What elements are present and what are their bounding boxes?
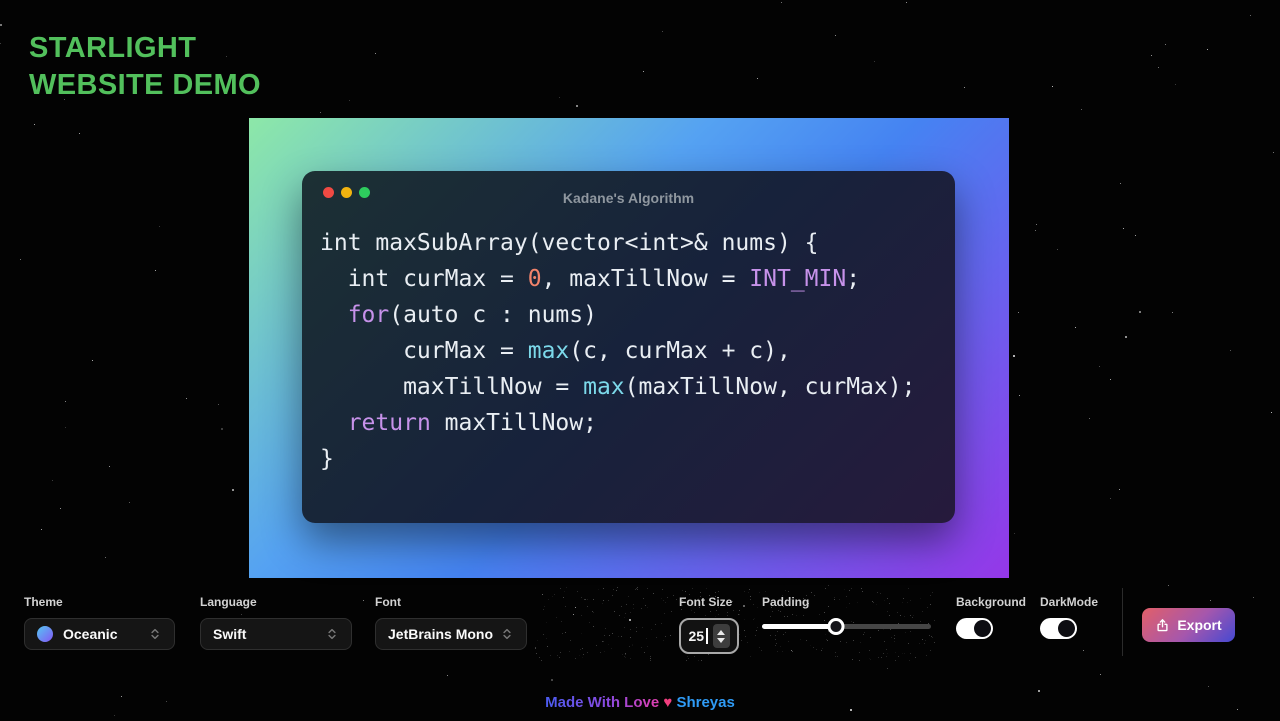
export-button[interactable]: Export bbox=[1142, 608, 1235, 642]
font-size-input[interactable]: 25 bbox=[679, 618, 739, 654]
heart-icon: ♥ bbox=[663, 694, 673, 711]
code-token: for bbox=[347, 302, 390, 328]
code-token: curMax = bbox=[320, 338, 528, 364]
settings-toolbar: Theme Oceanic Language Swift Font JetBra… bbox=[0, 580, 1280, 665]
code-token: maxTillNow = bbox=[320, 374, 584, 400]
code-editor[interactable]: int maxSubArray(vector<int>& nums) { int… bbox=[302, 217, 955, 477]
maximize-icon[interactable] bbox=[359, 187, 370, 198]
font-size-value: 25 bbox=[688, 628, 705, 644]
darkmode-label: DarkMode bbox=[1040, 595, 1099, 609]
background-label: Background bbox=[956, 595, 1027, 609]
slider-fill bbox=[762, 624, 837, 629]
theme-select[interactable]: Oceanic bbox=[24, 618, 175, 650]
chevron-up-down-icon bbox=[151, 628, 159, 640]
page-title: STARLIGHT WEBSITE DEMO bbox=[29, 30, 261, 104]
language-label: Language bbox=[200, 595, 257, 609]
code-token: int maxSubArray(vector<int>& nums) { bbox=[320, 230, 819, 256]
font-size-label: Font Size bbox=[679, 595, 733, 609]
code-token: ; bbox=[846, 266, 861, 292]
code-token: maxTillNow; bbox=[430, 410, 597, 436]
font-size-control: Font Size 25 bbox=[679, 595, 739, 654]
code-line: curMax = max(c, curMax + c), bbox=[320, 333, 937, 369]
code-token: max bbox=[527, 338, 570, 364]
slider-thumb[interactable] bbox=[827, 618, 845, 635]
page-title-line1: STARLIGHT bbox=[29, 32, 197, 64]
toolbar-divider bbox=[1122, 588, 1123, 656]
code-token: return bbox=[347, 410, 431, 436]
code-line: return maxTillNow; bbox=[320, 405, 937, 441]
theme-label: Theme bbox=[24, 595, 63, 609]
page-title-line2: WEBSITE DEMO bbox=[29, 69, 261, 101]
font-label: Font bbox=[375, 595, 401, 609]
chevron-up-down-icon bbox=[503, 628, 511, 640]
language-control: Language Swift bbox=[200, 595, 352, 650]
darkmode-control: DarkMode bbox=[1040, 595, 1098, 639]
code-token: INT_MIN bbox=[749, 266, 847, 292]
code-token: (c, curMax + c), bbox=[569, 338, 791, 364]
code-line: } bbox=[320, 441, 937, 477]
close-icon[interactable] bbox=[323, 187, 334, 198]
code-token: } bbox=[320, 446, 334, 472]
background-toggle[interactable] bbox=[956, 618, 993, 639]
code-token: max bbox=[583, 374, 625, 400]
code-window: Kadane's Algorithm int maxSubArray(vecto… bbox=[302, 171, 955, 523]
code-token: (maxTillNow, curMax); bbox=[624, 374, 916, 400]
code-token: , maxTillNow = bbox=[541, 266, 750, 292]
theme-value: Oceanic bbox=[63, 626, 118, 642]
gradient-circle-icon bbox=[37, 626, 53, 642]
footer-made-text: Made With Love bbox=[545, 694, 660, 711]
text-caret bbox=[706, 628, 708, 644]
language-value: Swift bbox=[213, 626, 247, 642]
step-down-icon[interactable] bbox=[717, 637, 726, 643]
toggle-knob bbox=[1058, 620, 1075, 637]
minimize-icon[interactable] bbox=[341, 187, 352, 198]
padding-label: Padding bbox=[762, 595, 810, 609]
code-window-titlebar: Kadane's Algorithm bbox=[302, 171, 955, 217]
code-line: maxTillNow = max(maxTillNow, curMax); bbox=[320, 369, 937, 405]
traffic-lights bbox=[323, 187, 370, 198]
font-value: JetBrains Mono bbox=[388, 626, 494, 642]
footer: Made With Love ♥ Shreyas bbox=[0, 694, 1280, 711]
language-select[interactable]: Swift bbox=[200, 618, 352, 650]
font-select[interactable]: JetBrains Mono bbox=[375, 618, 527, 650]
gradient-preview-card: Kadane's Algorithm int maxSubArray(vecto… bbox=[249, 118, 1009, 578]
padding-slider[interactable] bbox=[762, 618, 931, 635]
darkmode-toggle[interactable] bbox=[1040, 618, 1077, 639]
code-window-title: Kadane's Algorithm bbox=[562, 190, 695, 206]
code-token: int curMax = bbox=[320, 266, 528, 292]
stepper-arrows-icon[interactable] bbox=[712, 624, 730, 648]
background-control: Background bbox=[956, 595, 1026, 639]
code-token: (auto c : nums) bbox=[389, 302, 597, 328]
font-control: Font JetBrains Mono bbox=[375, 595, 527, 650]
code-line: int curMax = 0, maxTillNow = INT_MIN; bbox=[320, 261, 937, 297]
padding-control: Padding bbox=[762, 595, 931, 635]
code-line: int maxSubArray(vector<int>& nums) { bbox=[320, 225, 937, 261]
theme-control: Theme Oceanic bbox=[24, 595, 175, 650]
export-label: Export bbox=[1177, 617, 1222, 633]
code-line: for(auto c : nums) bbox=[320, 297, 937, 333]
footer-author-link[interactable]: Shreyas bbox=[676, 694, 734, 711]
code-token: 0 bbox=[527, 266, 542, 292]
share-up-arrow-icon bbox=[1157, 618, 1168, 631]
chevron-up-down-icon bbox=[328, 628, 336, 640]
step-up-icon[interactable] bbox=[717, 629, 726, 635]
toggle-knob bbox=[974, 620, 991, 637]
